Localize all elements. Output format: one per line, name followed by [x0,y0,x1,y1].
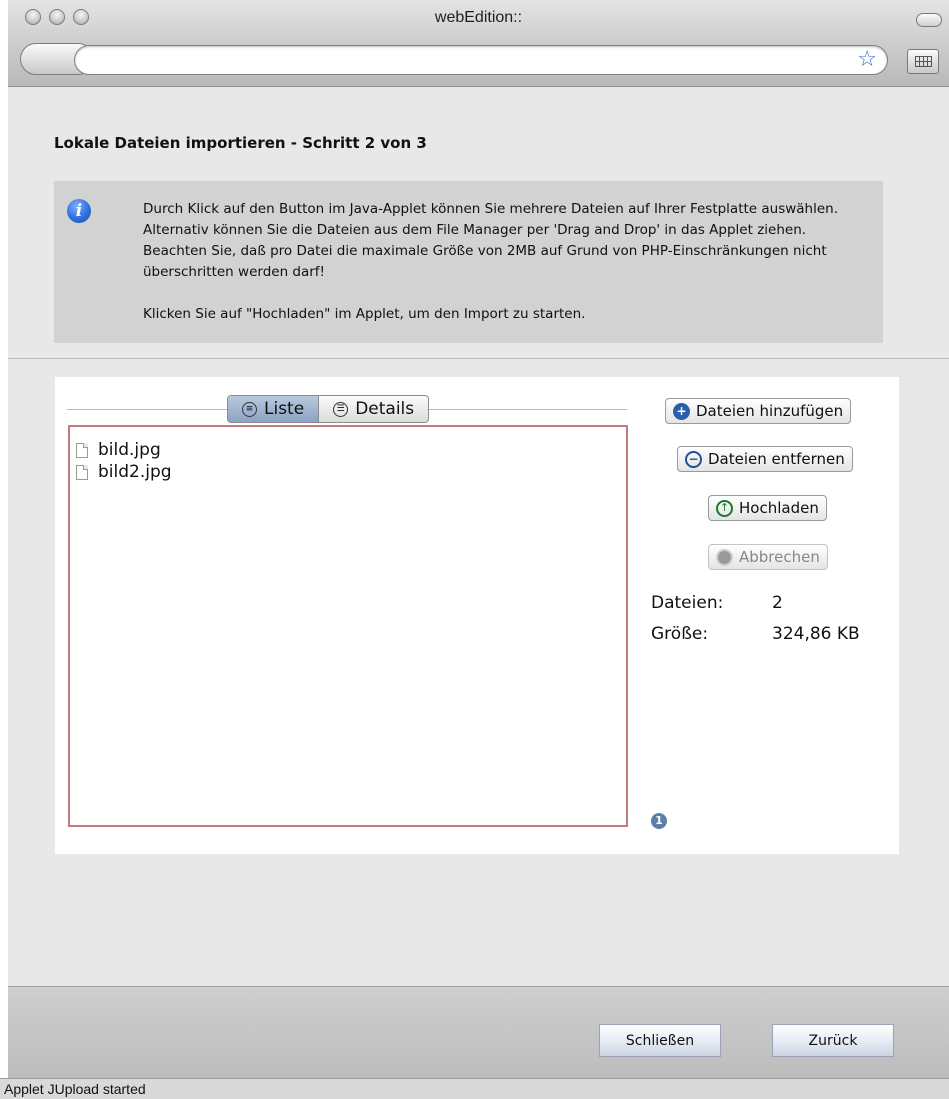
button-label: Hochladen [739,499,819,517]
file-list[interactable]: bild.jpg bild2.jpg [68,425,628,827]
details-icon: ☰ [333,401,349,417]
plus-icon: + [673,402,690,420]
button-label: Dateien hinzufügen [696,402,844,420]
file-name: bild.jpg [98,440,161,460]
total-size-label: Größe: [651,624,709,644]
status-bar: Applet JUpload started [0,1078,949,1099]
grid-icon [914,56,932,67]
add-files-button[interactable]: + Dateien hinzufügen [665,398,852,424]
tab-details[interactable]: ☰ Details [318,396,428,422]
files-count-label: Dateien: [651,593,724,613]
jupload-applet: ≡ Liste ☰ Details bild.jpg bild2.jpg + D… [55,377,899,854]
window-title: webEdition:: [434,9,523,26]
button-label: Dateien entfernen [708,450,845,468]
info-paragraph: Klicken Sie auf "Hochladen" im Applet, u… [143,306,586,322]
total-size-value: 324,86 KB [772,624,860,644]
browser-window: webEdition:: ☆ Lokale Dateien importiere… [8,0,949,1099]
button-label: Abbrechen [739,548,820,566]
divider [8,358,949,359]
dialog-footer: Schließen Zurück [8,986,949,1078]
list-icon: ≡ [242,401,257,417]
arrow-up-icon: ↑ [716,499,733,517]
back-step-button[interactable]: Zurück [772,1024,894,1057]
file-icon [76,464,88,480]
cancel-upload-button[interactable]: Abbrechen [708,544,828,570]
stop-icon [716,548,733,566]
tab-liste[interactable]: ≡ Liste [228,396,319,422]
info-icon: i [67,199,91,223]
tab-label: Details [355,399,415,419]
file-icon [76,442,88,458]
file-name: bild2.jpg [98,462,172,482]
title-bar: webEdition:: ☆ [8,0,949,87]
close-button[interactable]: Schließen [599,1024,721,1057]
view-tabs: ≡ Liste ☰ Details [227,395,430,423]
grid-view-button[interactable] [907,49,939,74]
address-bar[interactable]: ☆ [74,45,888,75]
notification-badge: 1 [651,813,667,829]
info-paragraph: Durch Klick auf den Button im Java-Apple… [143,201,839,280]
page-title: Lokale Dateien importieren - Schritt 2 v… [54,134,427,152]
toolbar-toggle-button[interactable] [916,13,942,27]
info-text: Durch Klick auf den Button im Java-Apple… [143,199,863,325]
files-count-value: 2 [772,593,783,613]
tab-label: Liste [264,399,305,419]
remove-files-button[interactable]: − Dateien entfernen [677,446,853,472]
bookmark-star-icon[interactable]: ☆ [857,47,877,73]
page-content: Lokale Dateien importieren - Schritt 2 v… [8,87,949,985]
minus-icon: − [685,450,702,468]
list-item[interactable]: bild2.jpg [70,461,626,483]
upload-button[interactable]: ↑ Hochladen [708,495,827,521]
info-box: i Durch Klick auf den Button im Java-App… [54,181,883,343]
list-item[interactable]: bild.jpg [70,439,626,461]
